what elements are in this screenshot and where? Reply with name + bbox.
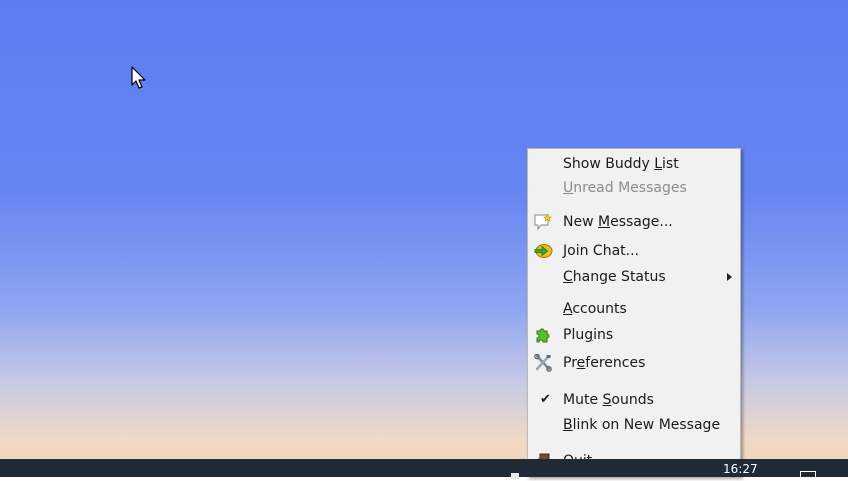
preferences-tools-icon — [534, 354, 552, 372]
checkmark-icon: ✔ — [540, 392, 551, 407]
menu-item-label: Blink on New Message — [563, 417, 721, 433]
desktop[interactable]: Show Buddy List Unread Messages New Mess… — [0, 0, 848, 481]
menu-item-label: Unread Messages — [563, 180, 687, 196]
menu-item-label: Show Buddy List — [563, 156, 679, 172]
tray-app-icon[interactable] — [511, 473, 519, 479]
action-center-icon[interactable] — [800, 471, 816, 481]
submenu-arrow-icon — [727, 273, 732, 281]
new-message-icon — [534, 213, 552, 231]
menu-item-accounts[interactable]: Accounts — [528, 298, 740, 320]
menu-item-plugins[interactable]: Plugins — [528, 324, 740, 346]
menu-item-join-chat[interactable]: Join Chat... — [528, 240, 740, 262]
menu-item-preferences[interactable]: Preferences — [528, 352, 740, 374]
taskbar-clock[interactable]: 16:27 — [723, 463, 758, 475]
menu-item-new-message[interactable]: New Message... — [528, 211, 740, 233]
plugin-puzzle-icon — [536, 328, 550, 343]
menu-item-label: New Message... — [563, 214, 673, 230]
menu-item-label: Mute Sounds — [563, 392, 654, 408]
menu-item-label: Change Status — [563, 269, 666, 285]
menu-item-label: Preferences — [563, 355, 646, 371]
menu-item-blink-on-new-message[interactable]: Blink on New Message — [528, 414, 740, 436]
mouse-pointer-icon — [131, 66, 146, 89]
menu-item-unread-messages: Unread Messages — [528, 177, 740, 199]
taskbar: 16:27 — [0, 459, 848, 481]
tray-context-menu: Show Buddy List Unread Messages New Mess… — [527, 148, 741, 477]
menu-item-change-status[interactable]: Change Status — [528, 266, 740, 288]
menu-item-show-buddy-list[interactable]: Show Buddy List — [528, 153, 740, 175]
menu-item-label: Plugins — [563, 327, 614, 343]
join-chat-icon — [534, 244, 553, 258]
menu-item-label: Accounts — [563, 301, 627, 317]
menu-item-label: Join Chat... — [563, 243, 639, 259]
menu-item-mute-sounds[interactable]: ✔ Mute Sounds — [528, 389, 740, 411]
